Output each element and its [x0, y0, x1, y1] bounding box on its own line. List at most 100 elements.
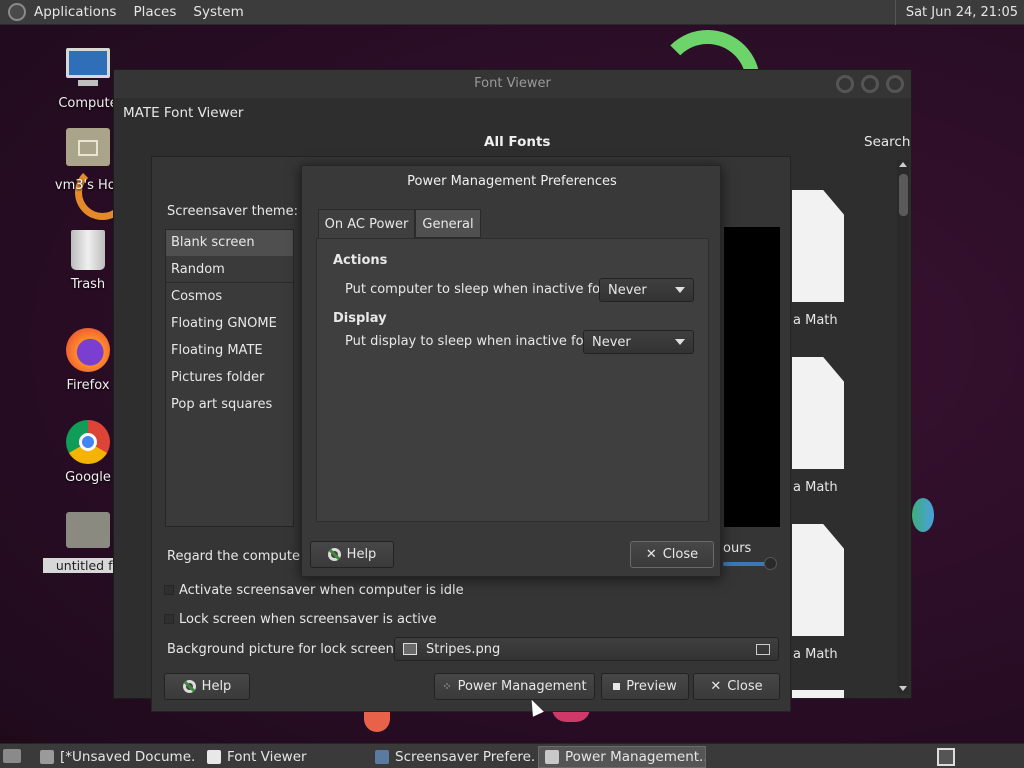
- bg-file-name: Stripes.png: [426, 641, 501, 657]
- activate-label[interactable]: Activate screensaver when computer is id…: [179, 583, 464, 598]
- preview-button-label: Preview: [626, 679, 677, 694]
- idle-label: Regard the computer a: [167, 549, 318, 564]
- font-label: a Math: [793, 313, 838, 328]
- task-label: Power Management...: [565, 749, 706, 765]
- folder-icon: [66, 512, 110, 548]
- close-icon[interactable]: [886, 75, 904, 93]
- trash-icon: [71, 230, 105, 270]
- task-screensaver[interactable]: Screensaver Prefere...: [369, 746, 535, 768]
- theme-item-cosmos[interactable]: Cosmos: [166, 283, 293, 310]
- close-icon: ✕: [645, 547, 657, 562]
- minimize-icon[interactable]: [836, 75, 854, 93]
- font-viewer-titlebar: Font Viewer: [114, 70, 911, 98]
- lock-label[interactable]: Lock screen when screensaver is active: [179, 612, 437, 627]
- sleep-display-select[interactable]: Never: [583, 330, 694, 354]
- actions-heading: Actions: [333, 253, 388, 268]
- computer-icon: [64, 46, 112, 90]
- sleep-display-value: Never: [592, 334, 631, 350]
- top-panel: Applications Places System: [0, 0, 1024, 25]
- image-file-icon: [403, 643, 417, 655]
- show-desktop-icon[interactable]: [3, 749, 21, 763]
- font-thumbnail[interactable]: [792, 524, 844, 636]
- font-viewer-icon: [207, 750, 221, 764]
- theme-item-floating-gnome[interactable]: Floating GNOME: [166, 310, 293, 337]
- power-icon: ⁘: [442, 680, 452, 693]
- sleep-computer-label: Put computer to sleep when inactive for:: [345, 282, 610, 297]
- close-button-label: Close: [662, 547, 699, 562]
- workspace-switcher[interactable]: [937, 748, 955, 766]
- task-label: Screensaver Prefere...: [395, 749, 535, 765]
- power-management-icon: [545, 750, 559, 764]
- home-folder-icon: [66, 128, 110, 166]
- power-management-dialog: Power Management Preferences On AC Power…: [301, 165, 721, 577]
- power-help-button[interactable]: Help: [310, 541, 394, 568]
- close-button-label: Close: [727, 679, 763, 694]
- font-label: a Math: [793, 480, 838, 495]
- font-thumbnail[interactable]: [792, 190, 844, 302]
- clock[interactable]: Sat Jun 24, 21:05: [894, 0, 1024, 25]
- font-thumbnail[interactable]: [792, 690, 844, 698]
- power-management-button[interactable]: ⁘ Power Management: [434, 673, 595, 700]
- lock-checkbox[interactable]: [164, 614, 174, 624]
- applications-menu[interactable]: Applications: [34, 4, 116, 20]
- sleep-computer-value: Never: [608, 282, 647, 298]
- screensaver-icon: [375, 750, 389, 764]
- firefox-icon: [66, 328, 110, 372]
- scroll-up-icon[interactable]: [899, 162, 907, 167]
- power-close-button[interactable]: ✕ Close: [630, 541, 714, 568]
- close-button[interactable]: ✕ Close: [693, 673, 780, 700]
- scrollbar-thumb[interactable]: [899, 174, 908, 216]
- font-label: a Math: [793, 647, 838, 662]
- sleep-computer-select[interactable]: Never: [599, 278, 694, 302]
- theme-item-pictures-folder[interactable]: Pictures folder: [166, 364, 293, 391]
- window-title: Font Viewer: [474, 76, 551, 91]
- mate-menu-icon[interactable]: [8, 3, 26, 21]
- power-management-label: Power Management: [457, 679, 587, 694]
- task-power-management[interactable]: Power Management...: [538, 746, 706, 768]
- display-heading: Display: [333, 311, 387, 326]
- dialog-title: Power Management Preferences: [407, 174, 617, 189]
- text-editor-icon: [40, 750, 54, 764]
- theme-item-random[interactable]: Random: [166, 256, 293, 283]
- theme-label: Screensaver theme:: [167, 204, 298, 219]
- idle-slider-handle[interactable]: [764, 557, 777, 570]
- task-label: Font Viewer: [227, 749, 307, 765]
- theme-item-floating-mate[interactable]: Floating MATE: [166, 337, 293, 364]
- font-thumbnail[interactable]: [792, 357, 844, 469]
- maximize-icon[interactable]: [861, 75, 879, 93]
- bg-picture-label: Background picture for lock screen:: [167, 642, 399, 657]
- bottom-panel: [*Unsaved Docume... Font Viewer Screensa…: [0, 743, 1024, 768]
- search-button[interactable]: Search: [864, 134, 910, 150]
- tab-general[interactable]: General: [415, 209, 481, 238]
- app-title: MATE Font Viewer: [123, 105, 244, 121]
- chrome-icon: [66, 420, 110, 464]
- task-font-viewer[interactable]: Font Viewer: [201, 746, 361, 768]
- preview-icon: [613, 683, 621, 690]
- task-label: [*Unsaved Docume...: [60, 749, 194, 765]
- background-decoration: [912, 498, 934, 532]
- all-fonts-heading: All Fonts: [484, 134, 551, 150]
- task-text-editor[interactable]: [*Unsaved Docume...: [34, 746, 194, 768]
- places-menu[interactable]: Places: [133, 4, 176, 20]
- system-menu[interactable]: System: [193, 4, 243, 20]
- sleep-display-label: Put display to sleep when inactive for:: [345, 334, 594, 349]
- folder-icon: [756, 643, 770, 655]
- tab-on-ac-power[interactable]: On AC Power: [318, 209, 415, 238]
- bg-picture-chooser[interactable]: Stripes.png: [394, 637, 779, 661]
- chevron-down-icon: [675, 339, 685, 345]
- theme-item-blank-screen[interactable]: Blank screen: [166, 230, 293, 256]
- preview-button[interactable]: Preview: [601, 673, 689, 700]
- theme-list[interactable]: Blank screen Random Cosmos Floating GNOM…: [165, 229, 294, 527]
- help-button-label: Help: [346, 547, 377, 562]
- help-button[interactable]: Help: [164, 673, 250, 700]
- scroll-down-icon[interactable]: [899, 686, 907, 691]
- help-button-label: Help: [201, 679, 232, 694]
- close-icon: ✕: [710, 679, 722, 694]
- chevron-down-icon: [675, 287, 685, 293]
- help-icon: [182, 680, 196, 693]
- scrollbar[interactable]: [897, 160, 909, 694]
- theme-item-pop-art-squares[interactable]: Pop art squares: [166, 391, 293, 418]
- slider-suffix: ours: [723, 541, 752, 556]
- activate-checkbox[interactable]: [164, 585, 174, 595]
- preview-area: [724, 227, 780, 527]
